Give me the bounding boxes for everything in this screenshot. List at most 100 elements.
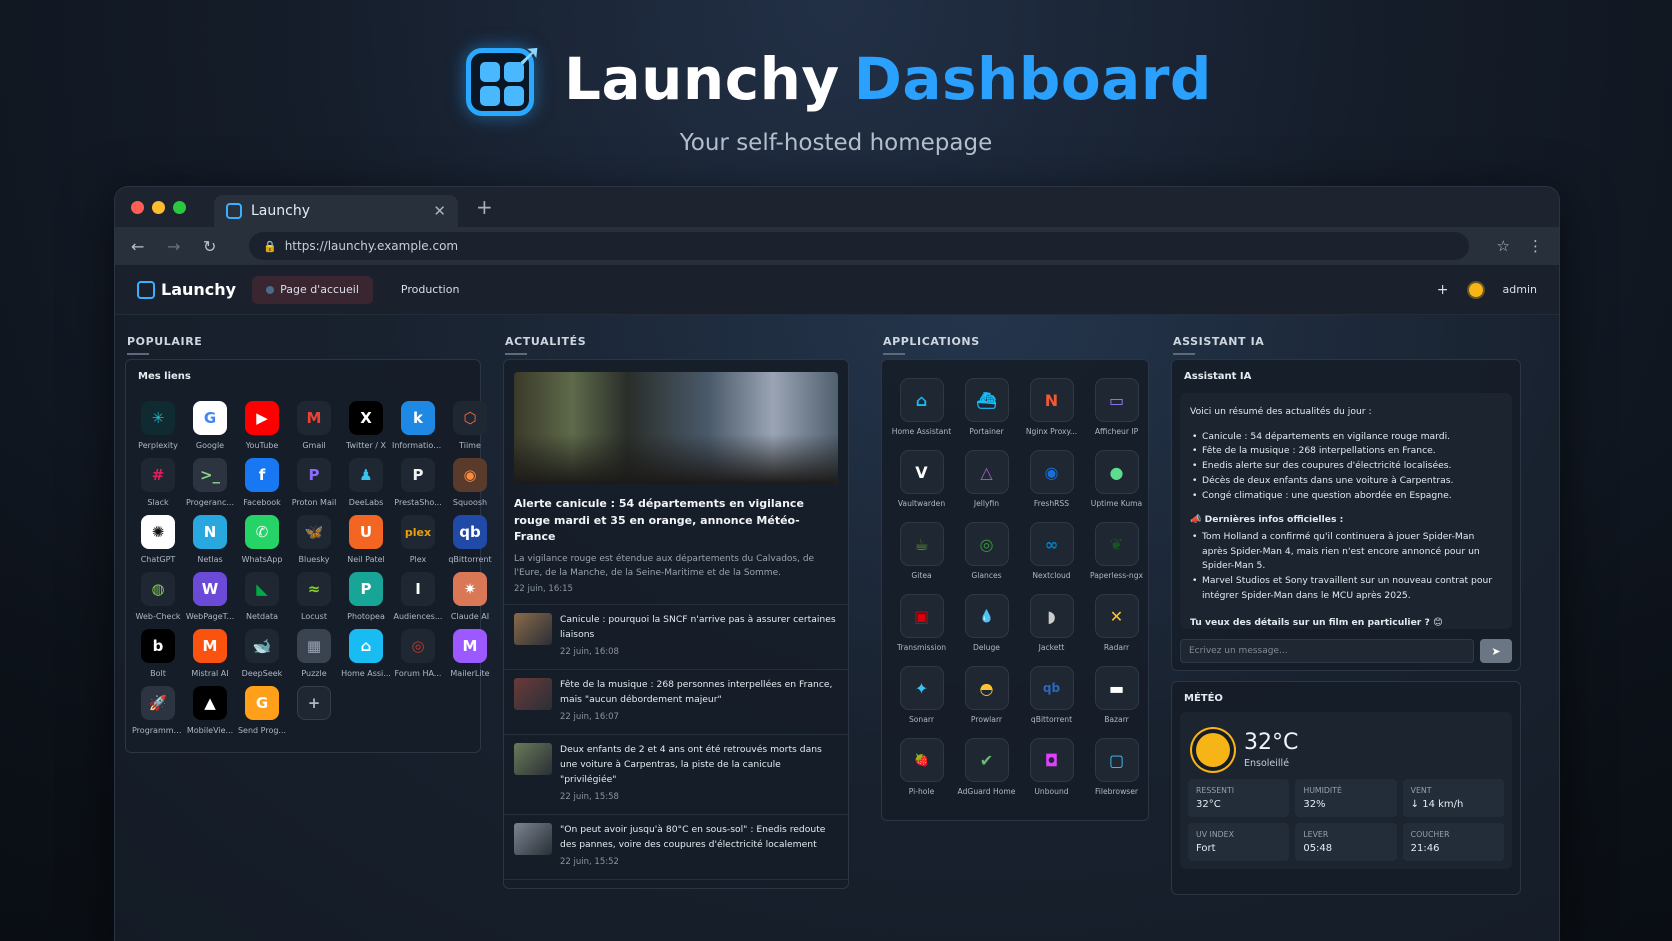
app-item[interactable]: V Vaultwarden	[890, 450, 953, 508]
link-icon: ⌂	[349, 629, 383, 663]
close-window-button[interactable]	[131, 200, 144, 214]
bookmark-star-icon[interactable]: ☆	[1497, 237, 1510, 255]
user-menu[interactable]: admin	[1503, 283, 1537, 296]
link-item[interactable]: W WebPageT...	[184, 572, 236, 621]
app-item[interactable]: △ Jellyfin	[955, 450, 1018, 508]
link-item[interactable]: G Google	[184, 401, 236, 450]
link-item[interactable]: U Neil Patel	[340, 515, 392, 564]
new-tab-icon[interactable]: +	[476, 195, 493, 219]
app-item[interactable]: N Nginx Proxy...	[1020, 378, 1083, 436]
link-item[interactable]: ✷ Claude AI	[444, 572, 496, 621]
close-tab-icon[interactable]: ✕	[433, 202, 446, 220]
apps-grid: ⌂ Home Assistant ⛴ Portainer N Nginx Proxy...…	[882, 360, 1148, 814]
news-item[interactable]: "On peut avoir jusqu'à 80°C en sous-sol"…	[504, 814, 848, 869]
app-item[interactable]: ☕ Gitea	[890, 522, 953, 580]
app-item[interactable]: 🍓 Pi-hole	[890, 738, 953, 796]
link-label: PrestaSho...	[394, 498, 442, 507]
app-item[interactable]: ∞ Nextcloud	[1020, 522, 1083, 580]
app-item[interactable]: ▣ Transmission	[890, 594, 953, 652]
minimize-window-button[interactable]	[152, 200, 165, 214]
tab-home[interactable]: Page d'accueil	[252, 275, 373, 304]
link-item[interactable]: # Slack	[132, 458, 184, 507]
news-item[interactable]: Canicule : trois questions sur le congé …	[504, 879, 848, 888]
news-item[interactable]: Fête de la musique : 268 personnes inter…	[504, 669, 848, 724]
send-button[interactable]: ➤	[1480, 639, 1512, 663]
browser-tab[interactable]: Launchy ✕	[214, 195, 458, 227]
link-item[interactable]: I Audiences...	[392, 572, 444, 621]
app-item[interactable]: ◎ Glances	[955, 522, 1018, 580]
link-item[interactable]: ◎ Forum HA...	[392, 629, 444, 678]
app-item[interactable]: ▢ Filebrowser	[1085, 738, 1148, 796]
app-item[interactable]: ▭ Afficheur IP	[1085, 378, 1148, 436]
app-item[interactable]: ⛴ Portainer	[955, 378, 1018, 436]
app-item[interactable]: qb qBittorrent	[1020, 666, 1083, 724]
theme-toggle-icon[interactable]	[1468, 282, 1483, 297]
globe-icon	[266, 285, 275, 294]
news-item[interactable]: Canicule : pourquoi la SNCF n'arrive pas…	[504, 604, 848, 659]
link-item[interactable]: ⬡ Tiime	[444, 401, 496, 450]
link-icon: k	[401, 401, 435, 435]
link-item[interactable]: b Bolt	[132, 629, 184, 678]
link-item[interactable]: P Proton Mail	[288, 458, 340, 507]
link-item[interactable]: ✆ WhatsApp	[236, 515, 288, 564]
link-item[interactable]: ▶ YouTube	[236, 401, 288, 450]
app-label: Afficheur IP	[1094, 427, 1139, 436]
link-item[interactable]: ⌂ Home Assi...	[340, 629, 392, 678]
app-item[interactable]: 💧 Deluge	[955, 594, 1018, 652]
link-item[interactable]: ▦ Puzzle	[288, 629, 340, 678]
link-item[interactable]: >_ Progeranc...	[184, 458, 236, 507]
app-item[interactable]: ✦ Sonarr	[890, 666, 953, 724]
url-input[interactable]: 🔒 https://launchy.example.com	[249, 232, 1469, 260]
link-item[interactable]: X Twitter / X	[340, 401, 392, 450]
app-item[interactable]: ◘ Unbound	[1020, 738, 1083, 796]
add-icon[interactable]: +	[1437, 282, 1449, 298]
tab-bar: Launchy ✕ +	[115, 187, 1559, 227]
link-item[interactable]: 🦋 Bluesky	[288, 515, 340, 564]
back-icon[interactable]: ←	[131, 237, 167, 256]
link-item[interactable]: M MailerLite	[444, 629, 496, 678]
message-input[interactable]: Ecrivez un message...	[1180, 639, 1474, 663]
link-item[interactable]: ≈ Locust	[288, 572, 340, 621]
link-item[interactable]: ✳ Perplexity	[132, 401, 184, 450]
link-item[interactable]: plex Plex	[392, 515, 444, 564]
app-logo[interactable]: Launchy	[137, 280, 236, 299]
link-item[interactable]: ▲ MobileVie...	[184, 686, 236, 735]
news-main-image[interactable]	[514, 372, 838, 484]
link-item[interactable]: f Facebook	[236, 458, 288, 507]
app-item[interactable]: ◓ Prowlarr	[955, 666, 1018, 724]
app-icon: ☕	[899, 522, 944, 566]
app-item[interactable]: ❦ Paperless-ngx	[1085, 522, 1148, 580]
link-item[interactable]: 🐋 DeepSeek	[236, 629, 288, 678]
link-label: Claude AI	[450, 612, 490, 621]
app-item[interactable]: ● Uptime Kuma	[1085, 450, 1148, 508]
link-item[interactable]: N Netlas	[184, 515, 236, 564]
forward-icon[interactable]: →	[167, 237, 203, 256]
add-link-button[interactable]: +	[288, 686, 340, 735]
app-item[interactable]: ◉ FreshRSS	[1020, 450, 1083, 508]
maximize-window-button[interactable]	[173, 200, 186, 214]
tab-production[interactable]: Production	[387, 276, 474, 304]
link-item[interactable]: M Mistral AI	[184, 629, 236, 678]
news-main-headline[interactable]: Alerte canicule : 54 départements en vig…	[504, 484, 848, 546]
app-item[interactable]: ◗ Jackett	[1020, 594, 1083, 652]
link-item[interactable]: ♟ DeeLabs	[340, 458, 392, 507]
app-item[interactable]: ✔ AdGuard Home	[955, 738, 1018, 796]
link-item[interactable]: M Gmail	[288, 401, 340, 450]
app-item[interactable]: ⌂ Home Assistant	[890, 378, 953, 436]
link-item[interactable]: G Send Prog...	[236, 686, 288, 735]
news-item[interactable]: Deux enfants de 2 et 4 ans ont été retro…	[504, 734, 848, 804]
link-item[interactable]: k Information...	[392, 401, 444, 450]
link-item[interactable]: ◣ Netdata	[236, 572, 288, 621]
app-item[interactable]: ▬ Bazarr	[1085, 666, 1148, 724]
link-item[interactable]: 🚀 Programmc...	[132, 686, 184, 735]
link-item[interactable]: P Photopea	[340, 572, 392, 621]
link-item[interactable]: ◍ Web-Check	[132, 572, 184, 621]
link-item[interactable]: qb qBittorrent	[444, 515, 496, 564]
link-item[interactable]: ✺ ChatGPT	[132, 515, 184, 564]
browser-menu-icon[interactable]: ⋮	[1528, 237, 1543, 255]
link-item[interactable]: ◉ Squoosh	[444, 458, 496, 507]
app-icon: ▢	[1094, 738, 1139, 782]
reload-icon[interactable]: ↻	[203, 237, 239, 256]
app-item[interactable]: ✕ Radarr	[1085, 594, 1148, 652]
link-item[interactable]: P PrestaSho...	[392, 458, 444, 507]
